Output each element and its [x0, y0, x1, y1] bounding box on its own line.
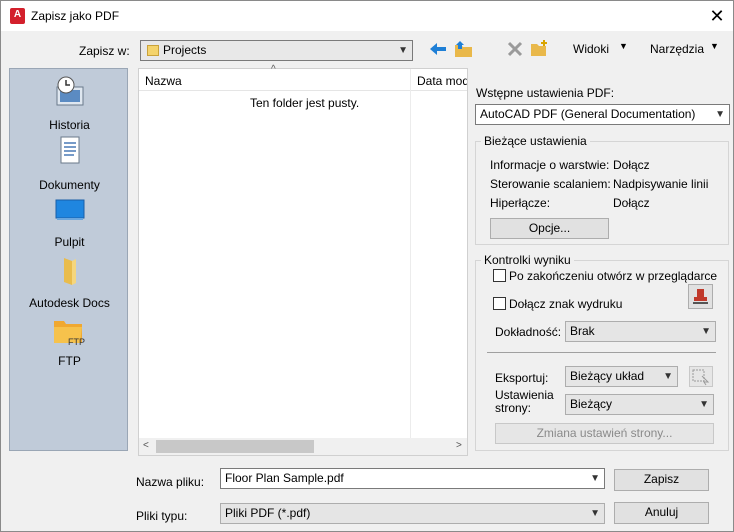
place-autodesk-docs-label: Autodesk Docs — [29, 296, 110, 310]
filetype-dropdown[interactable]: Pliki PDF (*.pdf) ▼ — [220, 503, 605, 524]
place-history-label: Historia — [49, 118, 90, 132]
filename-label: Nazwa pliku: — [136, 475, 205, 489]
chevron-down-icon: ▼ — [699, 399, 709, 410]
chevron-down-icon: ▼ — [663, 371, 673, 382]
save-in-dropdown[interactable]: Projects ▼ — [140, 40, 413, 61]
horizontal-scrollbar[interactable]: < > — [139, 438, 467, 455]
column-date-modified[interactable]: Data mod — [417, 74, 467, 88]
new-folder-icon[interactable] — [530, 39, 550, 57]
sort-ascending-icon: ^ — [271, 64, 276, 75]
desktop-icon — [55, 199, 84, 220]
close-icon[interactable]: ✕ — [701, 5, 733, 27]
tools-menu[interactable]: Narzędzia — [650, 42, 704, 56]
views-dropdown-icon[interactable]: ▼ — [619, 41, 628, 51]
change-page-setup-button[interactable]: Zmiana ustawień strony... — [495, 423, 714, 444]
empty-folder-message: Ten folder jest pusty. — [250, 96, 360, 110]
place-ftp-label: FTP — [58, 354, 81, 368]
stamp-icon — [693, 289, 708, 304]
place-ftp[interactable]: FTP FTP — [10, 315, 129, 368]
folder-icon — [63, 258, 76, 285]
hyperlinks-value: Dołącz — [613, 196, 650, 210]
save-as-pdf-dialog: A Zapisz jako PDF ✕ Zapisz w: Projects ▼… — [0, 0, 734, 532]
place-documents[interactable]: Dokumenty — [10, 135, 129, 192]
page-setup-dropdown[interactable]: Bieżący ▼ — [565, 394, 714, 415]
pdf-preset-value: AutoCAD PDF (General Documentation) — [480, 107, 696, 121]
views-menu[interactable]: Widoki — [573, 42, 609, 56]
scroll-right-icon[interactable]: > — [456, 440, 462, 451]
merge-control-value: Nadpisywanie linii — [613, 177, 709, 191]
place-history[interactable]: Historia — [10, 75, 129, 132]
export-label: Eksportuj: — [495, 371, 549, 385]
output-controls-title: Kontrolki wyniku — [481, 253, 574, 267]
chevron-down-icon: ▼ — [590, 473, 600, 484]
precision-dropdown[interactable]: Brak ▼ — [565, 321, 716, 342]
export-value: Bieżący układ — [570, 369, 645, 383]
title-bar: A Zapisz jako PDF ✕ — [1, 1, 733, 31]
tools-dropdown-icon[interactable]: ▼ — [710, 41, 719, 51]
places-bar: Historia Dokumenty Pulpit Autodesk Docs — [9, 68, 128, 451]
delete-icon[interactable] — [507, 41, 523, 57]
chevron-down-icon: ▼ — [590, 508, 600, 519]
place-documents-label: Dokumenty — [39, 178, 100, 192]
export-dropdown[interactable]: Bieżący układ ▼ — [565, 366, 678, 387]
up-folder-icon[interactable] — [454, 39, 474, 59]
filetype-label: Pliki typu: — [136, 509, 188, 523]
cancel-button[interactable]: Anuluj — [614, 502, 709, 524]
plot-stamp-settings-button[interactable] — [688, 284, 713, 309]
chevron-down-icon: ▼ — [715, 109, 725, 120]
layers-value: Dołącz — [613, 158, 650, 172]
current-settings-title: Bieżące ustawienia — [481, 134, 590, 148]
column-name[interactable]: Nazwa — [145, 74, 182, 88]
filetype-value: Pliki PDF (*.pdf) — [225, 506, 311, 520]
save-in-label: Zapisz w: — [79, 44, 130, 58]
place-desktop-label: Pulpit — [54, 235, 85, 249]
folder-icon — [147, 45, 159, 56]
separator — [487, 352, 716, 353]
hyperlinks-label: Hiperłącze: — [490, 196, 551, 210]
save-button[interactable]: Zapisz — [614, 469, 709, 491]
ftp-folder-icon: FTP — [53, 321, 85, 347]
history-icon — [56, 76, 83, 106]
select-pages-icon — [692, 369, 710, 386]
svg-text:FTP: FTP — [68, 337, 85, 347]
pdf-presets-label: Wstępne ustawienia PDF: — [476, 86, 615, 100]
layers-label: Informacje o warstwie: — [490, 158, 610, 172]
page-setup-label: Ustawienia strony: — [495, 388, 554, 415]
window-title: Zapisz jako PDF — [31, 9, 120, 23]
pdf-preset-dropdown[interactable]: AutoCAD PDF (General Documentation) ▼ — [475, 104, 730, 125]
plot-stamp-checkbox[interactable] — [493, 297, 506, 310]
back-arrow-icon[interactable] — [429, 41, 447, 57]
plot-stamp-label[interactable]: Dołącz znak wydruku — [509, 297, 622, 311]
autocad-app-icon: A — [10, 8, 25, 24]
chevron-down-icon: ▼ — [398, 45, 408, 56]
precision-label: Dokładność: — [495, 325, 562, 339]
open-after-label[interactable]: Po zakończeniu otwórz w przeglądarce — [509, 269, 717, 283]
filename-value: Floor Plan Sample.pdf — [225, 471, 344, 485]
column-divider — [410, 69, 411, 439]
page-setup-value: Bieżący — [570, 397, 613, 411]
scroll-left-icon[interactable]: < — [143, 440, 149, 451]
filename-input[interactable]: Floor Plan Sample.pdf ▼ — [220, 468, 605, 489]
save-in-value: Projects — [163, 43, 207, 57]
scrollbar-thumb[interactable] — [156, 440, 314, 453]
options-button[interactable]: Opcje... — [490, 218, 609, 239]
page-select-button[interactable] — [689, 366, 713, 387]
documents-icon — [60, 136, 79, 164]
open-after-checkbox[interactable] — [493, 269, 506, 282]
place-autodesk-docs[interactable]: Autodesk Docs — [10, 255, 129, 310]
precision-value: Brak — [570, 324, 595, 338]
file-list[interactable]: ^ Nazwa Data mod Ten folder jest pusty. … — [138, 64, 468, 456]
place-desktop[interactable]: Pulpit — [10, 196, 129, 249]
chevron-down-icon: ▼ — [701, 326, 711, 337]
merge-control-label: Sterowanie scalaniem: — [490, 177, 611, 191]
